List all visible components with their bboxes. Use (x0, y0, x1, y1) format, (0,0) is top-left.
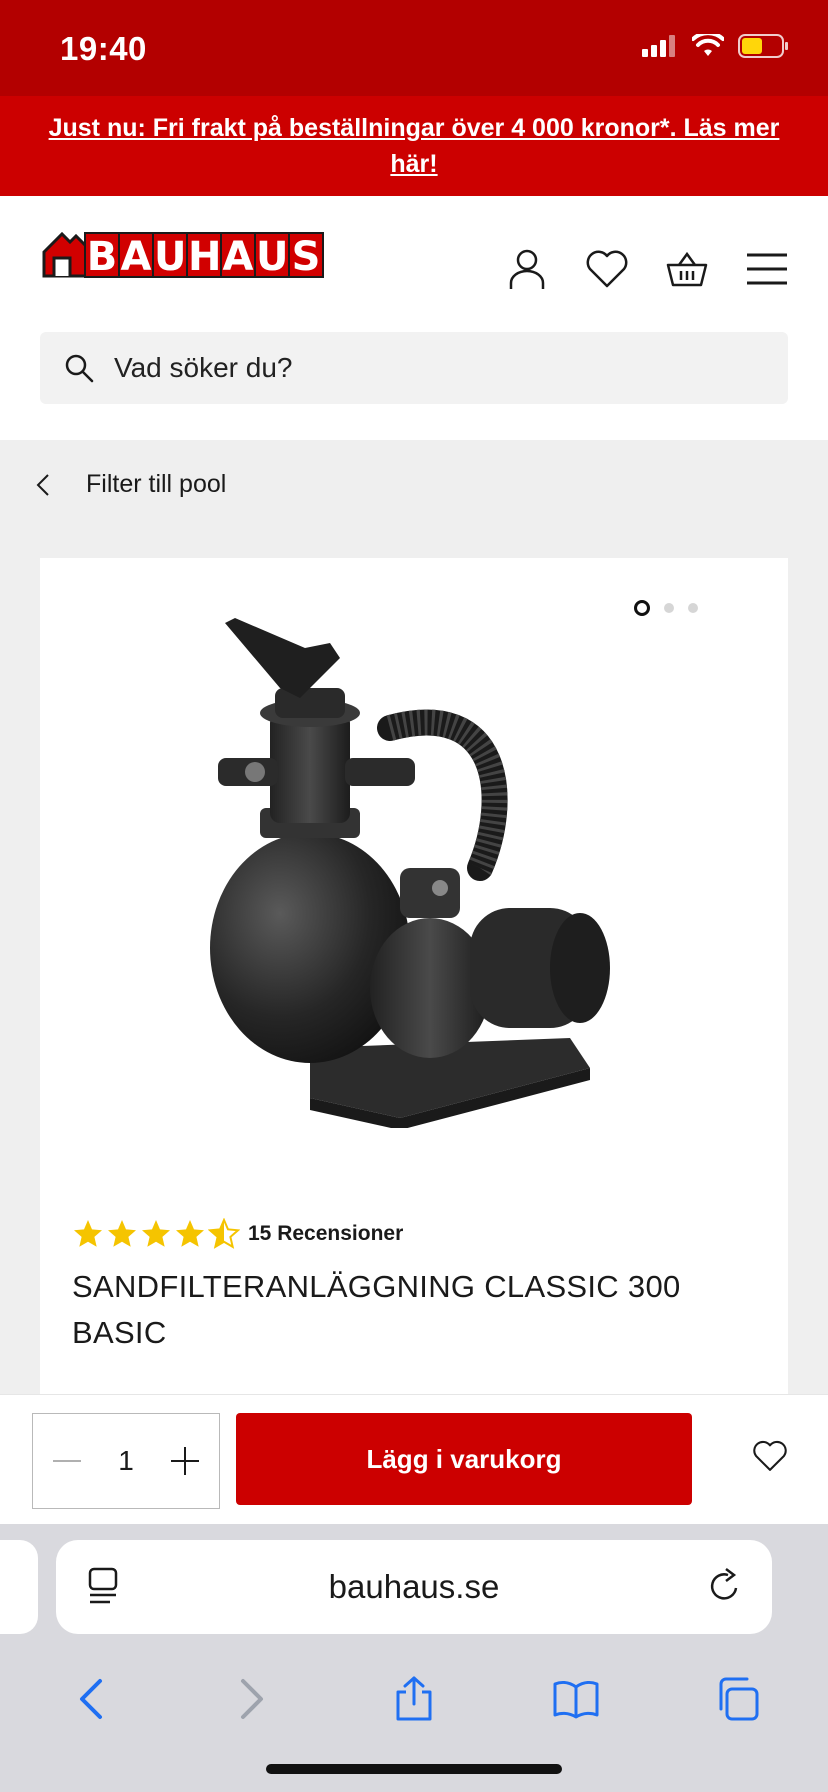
chevron-right-icon (241, 1679, 264, 1719)
reader-mode-icon[interactable] (86, 1566, 120, 1606)
wifi-icon (692, 34, 724, 56)
quantity-value[interactable]: 1 (118, 1445, 134, 1477)
add-to-cart-button[interactable]: Lägg i varukorg (236, 1413, 692, 1505)
address-bar[interactable]: bauhaus.se (56, 1540, 772, 1634)
wishlist-button[interactable] (582, 244, 632, 294)
product-image[interactable] (200, 618, 620, 1128)
breadcrumb[interactable]: Filter till pool (36, 470, 226, 499)
star-full-icon (108, 1220, 136, 1247)
product-title: SANDFILTERANLÄGGNING CLASSIC 300 BASIC (72, 1269, 681, 1350)
product-card: 15 Recensioner SANDFILTERANLÄGGNING CLAS… (40, 558, 788, 1408)
url-text: bauhaus.se (328, 1568, 500, 1605)
back-button[interactable] (61, 1669, 121, 1729)
plus-icon[interactable] (169, 1445, 201, 1477)
carousel-dot-2[interactable] (664, 603, 674, 613)
status-time: 19:40 (60, 30, 147, 67)
tabs-icon (719, 1677, 759, 1721)
signal-icon (642, 35, 675, 57)
menu-icon (747, 253, 787, 285)
chevron-left-icon (36, 473, 49, 496)
search-icon (65, 354, 94, 383)
book-icon (553, 1680, 599, 1719)
status-bar: 19:40 (0, 0, 828, 96)
browser-toolbar (0, 1654, 828, 1744)
heart-icon (586, 250, 628, 288)
product-rating[interactable]: 15 Recensioner (72, 1218, 403, 1250)
search-placeholder: Vad söker du? (114, 352, 293, 383)
chevron-left-icon (79, 1679, 102, 1719)
cart-button[interactable] (662, 244, 712, 294)
buy-bar: 1 Lägg i varukorg (0, 1394, 828, 1524)
site-header: BAUHAUS Vad söker du? (0, 196, 828, 440)
previous-tab-peek[interactable] (0, 1540, 38, 1634)
account-button[interactable] (502, 244, 552, 294)
home-indicator[interactable] (266, 1764, 562, 1774)
star-full-icon (142, 1220, 170, 1247)
quantity-stepper: 1 (32, 1413, 220, 1509)
bauhaus-logo[interactable]: BAUHAUS (40, 222, 324, 280)
star-full-icon (74, 1220, 102, 1247)
bookmarks-button[interactable] (546, 1669, 606, 1729)
image-carousel-dots (634, 600, 698, 616)
browser-chrome: bauhaus.se (0, 1524, 828, 1792)
search-input[interactable]: Vad söker du? (40, 332, 788, 404)
user-icon (509, 249, 545, 289)
add-to-wishlist-button[interactable] (752, 1439, 788, 1478)
reviews-count[interactable]: 15 Recensioner (248, 1222, 403, 1246)
breadcrumb-label: Filter till pool (86, 470, 227, 498)
tabs-button[interactable] (707, 1669, 767, 1729)
share-icon (396, 1676, 432, 1721)
basket-icon (666, 251, 708, 287)
promo-banner: Just nu: Fri frakt på beställningar över… (0, 96, 828, 196)
rating-stars (72, 1218, 240, 1250)
share-button[interactable] (384, 1669, 444, 1729)
header-actions (502, 244, 792, 294)
star-full-icon (176, 1220, 204, 1247)
reload-icon[interactable] (706, 1566, 744, 1606)
star-half-icon (208, 1218, 240, 1249)
forward-button[interactable] (222, 1669, 282, 1729)
logo-wordmark: BAUHAUS (84, 232, 324, 280)
promo-link[interactable]: Just nu: Fri frakt på beställningar över… (30, 110, 798, 182)
menu-button[interactable] (742, 244, 792, 294)
heart-icon (753, 1440, 787, 1471)
carousel-dot-1[interactable] (634, 600, 650, 616)
carousel-dot-3[interactable] (688, 603, 698, 613)
battery-icon (738, 34, 788, 58)
status-icons (642, 34, 790, 58)
minus-icon[interactable] (51, 1445, 83, 1477)
